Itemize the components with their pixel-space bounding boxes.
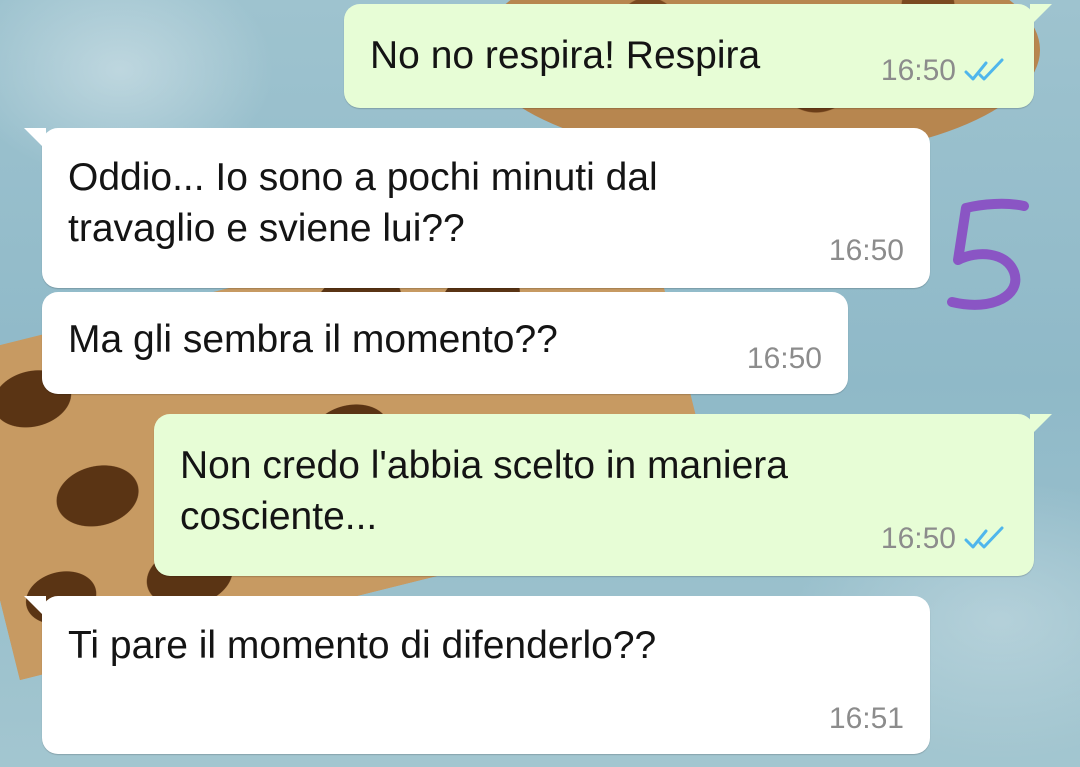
message-meta: 16:51: [829, 702, 904, 736]
message-text: No no respira! Respira: [370, 34, 761, 77]
message-bubble-outgoing[interactable]: No no respira! Respira 16:50: [344, 4, 1052, 108]
message-text: Oddio... Io sono a pochi minuti dal trav…: [68, 156, 658, 250]
double-check-icon: [964, 58, 1004, 81]
message-meta: 16:50: [881, 522, 1008, 556]
handwritten-number-annotation: [947, 198, 1029, 310]
message-time: 16:50: [880, 54, 956, 87]
message-text: Ma gli sembra il momento??: [68, 318, 558, 361]
message-bubble-incoming[interactable]: Ti pare il momento di difenderlo?? 16:51: [24, 596, 930, 754]
message-meta: 16:50: [747, 342, 822, 376]
message-text: Ti pare il momento di difenderlo??: [68, 624, 657, 667]
message-meta: 16:50: [829, 234, 904, 268]
message-bubble-incoming[interactable]: Ma gli sembra il momento?? 16:50: [42, 292, 848, 394]
message-meta: 16:50: [881, 54, 1008, 88]
message-time: 16:51: [828, 702, 904, 735]
message-time: 16:50: [746, 342, 822, 375]
message-time: 16:50: [828, 234, 904, 267]
message-text: Non credo l'abbia scelto in maniera cosc…: [180, 444, 788, 538]
message-bubble-incoming[interactable]: Oddio... Io sono a pochi minuti dal trav…: [24, 128, 930, 288]
double-check-icon: [964, 526, 1004, 549]
message-bubble-outgoing[interactable]: Non credo l'abbia scelto in maniera cosc…: [154, 414, 1052, 576]
message-time: 16:50: [880, 522, 956, 555]
